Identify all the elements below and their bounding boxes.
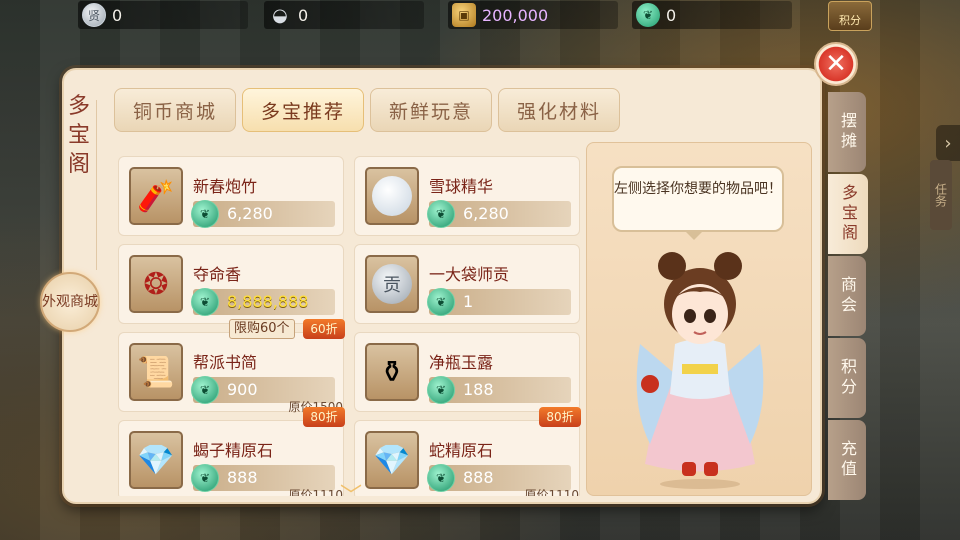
task-tag[interactable]: 任务 (930, 160, 952, 230)
item-name: 雪球精华 (429, 177, 494, 196)
item-card[interactable]: 🧨 新春炮竹 ❦ 6,280 (118, 156, 344, 236)
tribute-bag-icon: 贡 (365, 255, 419, 313)
jade-icon: ❦ (427, 288, 455, 316)
copper-coin-value: 200,000 (482, 5, 549, 25)
tab-enhance-materials[interactable]: 强化材料 (498, 88, 620, 132)
price-bar: ❦ 8,888,888 (191, 288, 335, 316)
silver-ingot-value: 0 (298, 5, 309, 25)
price-bar: ❦ 6,280 (427, 200, 571, 228)
silver-coin-value: 0 (112, 5, 123, 25)
scorpion-stone-icon: 💎 (129, 431, 183, 489)
scroll-down-icon[interactable]: ﹀ (340, 478, 362, 510)
price-bar: ❦ 1 (427, 288, 571, 316)
original-price: 原价1110 (524, 488, 579, 496)
shopkeeper-character (636, 252, 764, 489)
item-name: 蛇精原石 (429, 441, 494, 460)
chevron-right-icon[interactable]: › (936, 125, 960, 161)
item-name: 一大袋师贡 (429, 265, 510, 284)
price-bar: ❦ 6,280 (191, 200, 335, 228)
item-price: 900 (227, 380, 258, 399)
price-bar: ❦ 188 (427, 376, 571, 404)
item-price: 6,280 (463, 204, 509, 223)
item-price: 888 (463, 468, 494, 487)
sidetab-recharge[interactable]: 充值 (828, 420, 866, 500)
sidetab-points[interactable]: 积分 (828, 338, 866, 418)
item-price: 888 (227, 468, 258, 487)
original-price: 原价1110 (288, 488, 343, 496)
currency-copper: ▣ 200,000 (448, 1, 618, 29)
tab-copper-shop[interactable]: 铜币商城 (114, 88, 236, 132)
panel-title: 多宝阁 (67, 94, 90, 177)
item-card[interactable]: 限购60个 60折 📜 帮派书简 ❦ 900 原价1500 (118, 319, 345, 414)
firecracker-icon: 🧨 (129, 167, 183, 225)
jade-icon: ❦ (427, 200, 455, 228)
item-grid: 🧨 新春炮竹 ❦ 6,280 雪球精华 ❦ 6,280 ❂ 夺命香 ❦ 8,88… (118, 152, 582, 496)
jade-value: 0 (666, 5, 677, 25)
jade-icon: ❦ (636, 3, 660, 27)
purchase-limit-badge: 限购60个 (229, 319, 295, 339)
item-price: 1 (463, 292, 474, 311)
item-card[interactable]: 80折 💎 蝎子精原石 ❦ 888 原价1110 (118, 407, 345, 496)
sidetab-stall[interactable]: 摆摊 (828, 92, 866, 172)
close-button[interactable]: ✕ (814, 42, 858, 86)
tab-novelties[interactable]: 新鲜玩意 (370, 88, 492, 132)
currency-silver: 贤 0 (78, 1, 248, 29)
outer-shop-button[interactable]: 外观商城 (40, 272, 100, 332)
jade-icon: ❦ (191, 464, 219, 492)
item-card[interactable]: 80折 💎 蛇精原石 ❦ 888 原价1110 (354, 407, 581, 496)
snowball-icon (365, 167, 419, 225)
jade-vase-icon: ⚱ (365, 343, 419, 401)
currency-jade: ❦ 0 (632, 1, 792, 29)
jade-icon: ❦ (191, 200, 219, 228)
discount-badge: 80折 (539, 407, 581, 427)
speech-bubble: 左侧选择你想要的物品吧！ (612, 166, 784, 240)
item-name: 夺命香 (193, 265, 242, 284)
sidetab-duobao[interactable]: 多宝阁 (828, 174, 868, 254)
jade-icon: ❦ (427, 464, 455, 492)
item-price: 6,280 (227, 204, 273, 223)
item-card[interactable]: ⚱ 净瓶玉露 ❦ 188 (354, 332, 580, 412)
item-card[interactable]: 贡 一大袋师贡 ❦ 1 (354, 244, 580, 324)
incense-icon: ❂ (129, 255, 183, 313)
category-tabs: 铜币商城 多宝推荐 新鲜玩意 强化材料 (114, 88, 620, 132)
discount-badge: 80折 (303, 407, 345, 427)
snake-stone-icon: 💎 (365, 431, 419, 489)
tab-recommended[interactable]: 多宝推荐 (242, 88, 364, 132)
jade-icon: ❦ (191, 288, 219, 316)
item-price: 8,888,888 (227, 292, 309, 311)
silver-ingot-icon: ◒ (272, 4, 288, 26)
item-name: 帮派书简 (193, 353, 258, 372)
sidetab-chamber[interactable]: 商会 (828, 256, 866, 336)
item-card[interactable]: 雪球精华 ❦ 6,280 (354, 156, 580, 236)
item-name: 蝎子精原石 (193, 441, 274, 460)
currency-ingot: ◒ 0 (264, 1, 424, 29)
panel-divider (96, 100, 97, 270)
score-button[interactable]: 积分 (828, 1, 872, 31)
currency-bar: 贤 0 ◒ 0 ▣ 200,000 ❦ 0 积分 (0, 0, 960, 32)
item-price: 188 (463, 380, 494, 399)
item-card[interactable]: ❂ 夺命香 ❦ 8,888,888 (118, 244, 344, 324)
scroll-icon: 📜 (129, 343, 183, 401)
silver-coin-icon: 贤 (82, 3, 106, 27)
item-name: 净瓶玉露 (429, 353, 494, 372)
close-icon: ✕ (825, 49, 847, 79)
jade-icon: ❦ (427, 376, 455, 404)
item-name: 新春炮竹 (193, 177, 258, 196)
copper-coin-icon: ▣ (452, 3, 476, 27)
discount-badge: 60折 (303, 319, 345, 339)
jade-icon: ❦ (191, 376, 219, 404)
